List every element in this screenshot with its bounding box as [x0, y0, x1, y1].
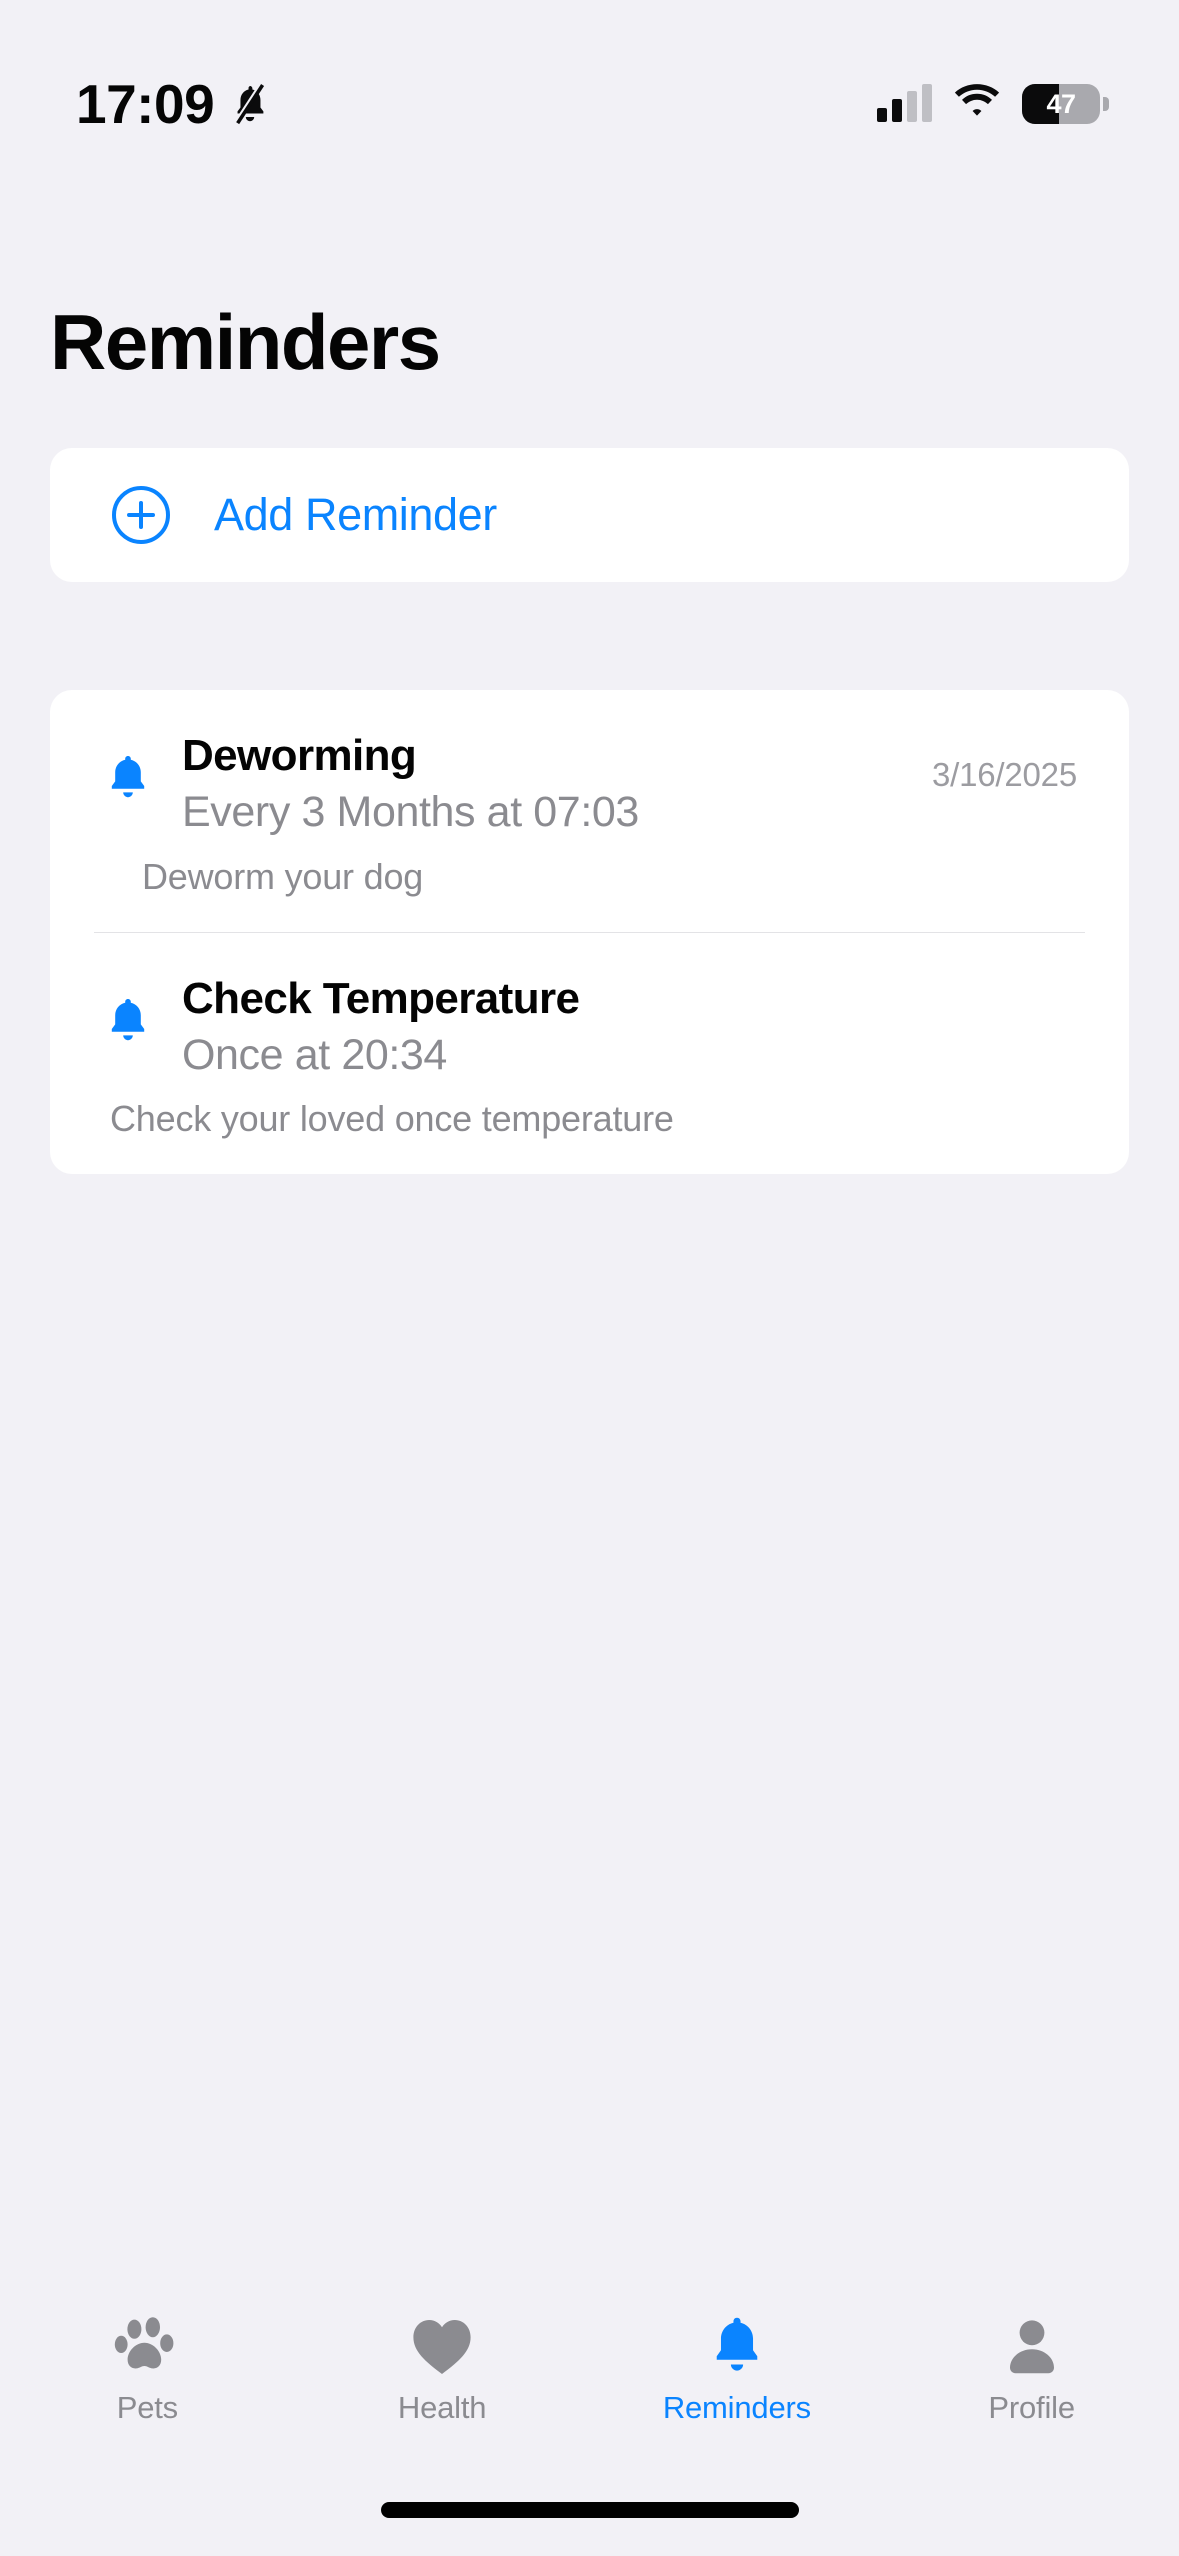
paw-icon: [114, 2314, 180, 2380]
wifi-icon: [952, 83, 1002, 126]
reminder-row[interactable]: Check Temperature Once at 20:34 Check yo…: [50, 933, 1129, 1175]
battery-cap: [1103, 97, 1109, 111]
reminder-date: 3/16/2025: [931, 756, 1077, 793]
reminder-note: Deworm your dog: [142, 855, 424, 897]
bell-slash-icon: [228, 81, 272, 132]
status-time: 17:09: [76, 72, 215, 135]
add-reminder-button[interactable]: Add Reminder: [50, 448, 1129, 582]
tab-reminders-label: Reminders: [662, 2390, 811, 2425]
tab-health-label: Health: [397, 2390, 487, 2425]
reminder-row-main: Check Temperature Once at 20:34: [102, 973, 1077, 1083]
battery-indicator: 47: [1022, 84, 1109, 124]
bell-icon: [706, 2314, 768, 2380]
reminder-schedule: Once at 20:34: [182, 1030, 447, 1079]
reminders-list: Deworming Every 3 Months at 07:03 3/16/2…: [50, 690, 1129, 1175]
plus-circle-icon: [112, 486, 170, 544]
status-bar-left: 17:09: [62, 72, 272, 135]
reminder-text: Deworming Every 3 Months at 07:03: [182, 730, 904, 840]
tab-reminders[interactable]: Reminders: [590, 2314, 885, 2426]
reminder-row-main: Deworming Every 3 Months at 07:03 3/16/2…: [102, 730, 1077, 840]
cellular-bars-icon: [877, 84, 932, 122]
heart-icon: [409, 2314, 475, 2380]
tab-profile-label: Profile: [988, 2390, 1075, 2425]
reminder-text: Check Temperature Once at 20:34: [182, 973, 1049, 1083]
status-bar: 17:09 47: [0, 0, 1179, 160]
tab-pets-label: Pets: [116, 2390, 178, 2425]
add-reminder-label: Add Reminder: [214, 489, 497, 540]
reminder-title: Deworming: [182, 731, 417, 780]
reminder-row[interactable]: Deworming Every 3 Months at 07:03 3/16/2…: [50, 690, 1129, 932]
home-indicator[interactable]: [380, 2502, 799, 2518]
reminder-title: Check Temperature: [182, 973, 580, 1023]
status-bar-right: 47: [877, 83, 1117, 126]
person-icon: [999, 2314, 1065, 2380]
tab-pets[interactable]: Pets: [0, 2314, 295, 2426]
tab-profile[interactable]: Profile: [884, 2314, 1179, 2426]
battery-icon: 47: [1022, 84, 1100, 124]
bell-icon: [102, 752, 154, 808]
reminder-schedule: Every 3 Months at 07:03: [182, 787, 639, 836]
battery-percent-label: 47: [1046, 89, 1076, 119]
page-title: Reminders: [50, 298, 441, 386]
bell-icon: [102, 995, 154, 1051]
tab-health[interactable]: Health: [295, 2314, 590, 2426]
tab-bar: Pets Health Reminders Profile: [0, 2300, 1179, 2450]
reminder-note: Check your loved once temperature: [110, 1098, 674, 1140]
